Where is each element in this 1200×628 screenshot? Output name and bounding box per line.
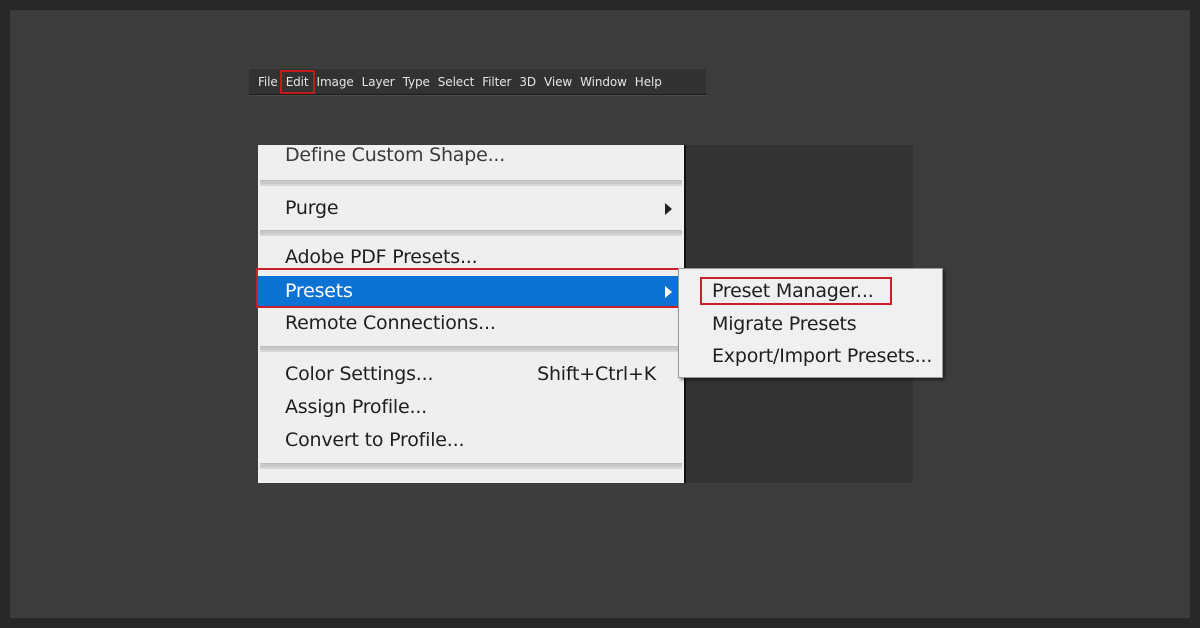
menu-select[interactable]: Select xyxy=(434,72,478,92)
submenu-item-migrate-presets[interactable]: Migrate Presets xyxy=(712,311,857,337)
menu-help[interactable]: Help xyxy=(631,72,666,92)
menu-item-assign-profile[interactable]: Assign Profile... xyxy=(258,392,684,422)
menu-separator xyxy=(260,230,682,236)
menu-3d[interactable]: 3D xyxy=(515,72,540,92)
menu-separator xyxy=(260,346,682,352)
menu-file[interactable]: File xyxy=(254,72,282,92)
menu-type[interactable]: Type xyxy=(399,72,434,92)
submenu-item-preset-manager[interactable]: Preset Manager... xyxy=(712,278,874,304)
submenu-item-export-import-presets[interactable]: Export/Import Presets... xyxy=(712,343,932,369)
menu-view[interactable]: View xyxy=(540,72,576,92)
menu-bar: File Edit Image Layer Type Select Filter… xyxy=(249,69,706,95)
menu-separator xyxy=(260,180,682,186)
menu-item-purge[interactable]: Purge xyxy=(258,193,684,223)
menu-item-define-custom-shape[interactable]: Define Custom Shape... xyxy=(258,145,684,170)
menu-layer[interactable]: Layer xyxy=(358,72,399,92)
menu-item-color-settings-label: Color Settings... xyxy=(285,363,434,385)
menu-window[interactable]: Window xyxy=(576,72,631,92)
shortcut-color-settings: Shift+Ctrl+K xyxy=(537,363,656,385)
menu-item-remote-connections[interactable]: Remote Connections... xyxy=(258,308,684,338)
menu-item-convert-to-profile[interactable]: Convert to Profile... xyxy=(258,425,684,455)
menu-image[interactable]: Image xyxy=(313,72,358,92)
menu-edit[interactable]: Edit xyxy=(279,69,315,94)
menu-item-purge-label: Purge xyxy=(285,197,339,219)
submenu-arrow-icon xyxy=(665,203,672,215)
presets-highlight-box xyxy=(256,268,680,308)
edit-dropdown-menu: Define Custom Shape... Purge Adobe PDF P… xyxy=(258,145,686,483)
menu-separator xyxy=(260,463,682,469)
menu-item-color-settings[interactable]: Color Settings... Shift+Ctrl+K xyxy=(258,359,684,389)
menu-filter[interactable]: Filter xyxy=(478,72,515,92)
presets-submenu: Preset Manager... Migrate Presets Export… xyxy=(678,268,943,378)
